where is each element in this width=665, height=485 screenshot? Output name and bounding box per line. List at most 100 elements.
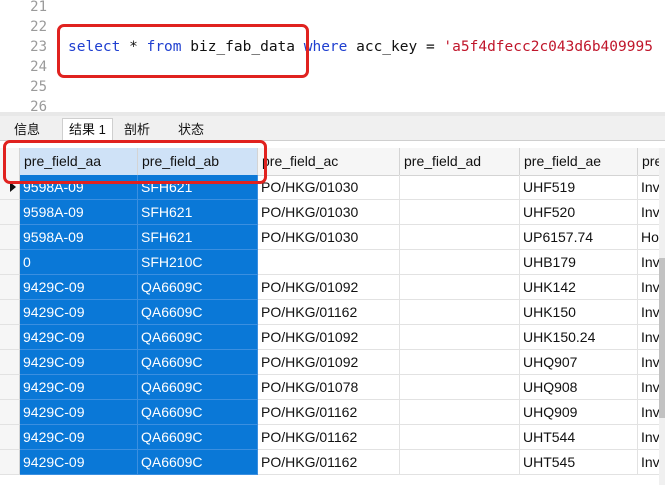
table-row[interactable]: 9598A-09 SFH621 PO/HKG/01030 UP6157.74 Ho <box>0 225 665 250</box>
table-cell[interactable]: 9598A-09 <box>20 200 138 225</box>
row-header[interactable] <box>0 250 20 275</box>
table-cell[interactable]: PO/HKG/01078 <box>258 375 400 400</box>
column-header-pre-field-ac[interactable]: pre_field_ac <box>258 148 400 175</box>
table-cell[interactable]: PO/HKG/01030 <box>258 225 400 250</box>
line-number: 25 <box>30 79 47 95</box>
vertical-scrollbar[interactable] <box>659 148 665 485</box>
table-cell[interactable]: 9429C-09 <box>20 300 138 325</box>
table-cell[interactable]: PO/HKG/01162 <box>258 300 400 325</box>
line-number: 23 <box>30 39 47 55</box>
table-row[interactable]: 9429C-09 QA6609C PO/HKG/01162 UHQ909 Inve <box>0 400 665 425</box>
table-cell[interactable] <box>400 325 520 350</box>
column-highlight-box <box>3 140 267 184</box>
scrollbar-thumb[interactable] <box>659 258 665 418</box>
table-cell[interactable]: 9429C-09 <box>20 450 138 475</box>
table-cell[interactable]: 9429C-09 <box>20 350 138 375</box>
tab-status[interactable]: 状态 <box>172 119 210 140</box>
table-cell[interactable]: PO/HKG/01162 <box>258 400 400 425</box>
table-row[interactable]: 0 SFH210C UHB179 Inve <box>0 250 665 275</box>
table-cell[interactable]: UHF519 <box>520 175 638 200</box>
table-cell[interactable]: PO/HKG/01030 <box>258 200 400 225</box>
table-cell[interactable]: 0 <box>20 250 138 275</box>
table-cell[interactable]: 9429C-09 <box>20 325 138 350</box>
table-cell[interactable]: UHQ907 <box>520 350 638 375</box>
table-cell[interactable]: UP6157.74 <box>520 225 638 250</box>
table-cell[interactable]: QA6609C <box>138 325 258 350</box>
table-cell[interactable]: SFH621 <box>138 200 258 225</box>
table-cell[interactable]: SFH621 <box>138 225 258 250</box>
editor-line: 21 <box>0 0 665 17</box>
table-cell[interactable]: UHK150.24 <box>520 325 638 350</box>
table-cell[interactable]: UHK142 <box>520 275 638 300</box>
table-row[interactable]: 9429C-09 QA6609C PO/HKG/01092 UHK150.24 Inve <box>0 325 665 350</box>
table-cell[interactable]: UHT545 <box>520 450 638 475</box>
tab-profile[interactable]: 剖析 <box>118 119 156 140</box>
row-header[interactable] <box>0 450 20 475</box>
table-cell[interactable]: PO/HKG/01092 <box>258 325 400 350</box>
tab-result-1[interactable]: 结果 1 <box>62 118 113 141</box>
table-cell[interactable] <box>400 450 520 475</box>
table-cell[interactable]: PO/HKG/01162 <box>258 425 400 450</box>
table-cell[interactable]: UHT544 <box>520 425 638 450</box>
result-grid[interactable]: pre_field_aa pre_field_ab pre_field_ac pre_… <box>0 148 665 485</box>
line-number: 26 <box>30 99 47 112</box>
table-cell[interactable]: SFH210C <box>138 250 258 275</box>
table-cell[interactable]: 9429C-09 <box>20 400 138 425</box>
row-header[interactable] <box>0 300 20 325</box>
table-cell[interactable] <box>400 350 520 375</box>
table-cell[interactable]: QA6609C <box>138 300 258 325</box>
sql-string: 'a5f4dfecc2c043d6b409995 <box>443 39 653 55</box>
table-cell[interactable]: QA6609C <box>138 275 258 300</box>
row-header[interactable] <box>0 275 20 300</box>
editor-line: 26 <box>0 97 665 112</box>
row-header[interactable] <box>0 400 20 425</box>
table-cell[interactable] <box>400 250 520 275</box>
sql-token: acc_key = <box>347 39 444 55</box>
table-cell[interactable]: UHB179 <box>520 250 638 275</box>
table-row[interactable]: 9429C-09 QA6609C PO/HKG/01162 UHT544 Inve <box>0 425 665 450</box>
row-header[interactable] <box>0 200 20 225</box>
table-cell[interactable]: 9429C-09 <box>20 375 138 400</box>
table-row[interactable]: 9429C-09 QA6609C PO/HKG/01078 UHQ908 Inve <box>0 375 665 400</box>
sql-editor[interactable]: 21 22 23 select * from biz_fab_data where a… <box>0 0 665 112</box>
table-cell[interactable]: 9598A-09 <box>20 225 138 250</box>
table-cell[interactable]: PO/HKG/01030 <box>258 175 400 200</box>
table-row[interactable]: 9429C-09 QA6609C PO/HKG/01162 UHK150 Inve <box>0 300 665 325</box>
table-cell[interactable] <box>400 400 520 425</box>
table-cell[interactable] <box>400 425 520 450</box>
table-cell[interactable]: UHQ908 <box>520 375 638 400</box>
table-cell[interactable]: PO/HKG/01092 <box>258 275 400 300</box>
table-cell[interactable]: UHF520 <box>520 200 638 225</box>
table-cell[interactable]: QA6609C <box>138 375 258 400</box>
table-row[interactable]: 9598A-09 SFH621 PO/HKG/01030 UHF520 Inve <box>0 200 665 225</box>
table-cell[interactable]: QA6609C <box>138 425 258 450</box>
table-cell[interactable] <box>258 250 400 275</box>
row-header[interactable] <box>0 350 20 375</box>
table-cell[interactable] <box>400 375 520 400</box>
table-row[interactable]: 9429C-09 QA6609C PO/HKG/01092 UHK142 Inve <box>0 275 665 300</box>
column-header-pre-field-ad[interactable]: pre_field_ad <box>400 148 520 175</box>
tab-info[interactable]: 信息 <box>8 119 46 140</box>
table-cell[interactable]: PO/HKG/01162 <box>258 450 400 475</box>
table-cell[interactable]: QA6609C <box>138 350 258 375</box>
table-cell[interactable]: UHQ909 <box>520 400 638 425</box>
table-cell[interactable]: QA6609C <box>138 450 258 475</box>
row-header[interactable] <box>0 325 20 350</box>
table-cell[interactable]: 9429C-09 <box>20 425 138 450</box>
table-row[interactable]: 9429C-09 QA6609C PO/HKG/01092 UHQ907 Inve <box>0 350 665 375</box>
table-cell[interactable] <box>400 200 520 225</box>
editor-line: 25 <box>0 77 665 97</box>
table-cell[interactable] <box>400 175 520 200</box>
table-cell[interactable]: PO/HKG/01092 <box>258 350 400 375</box>
table-row[interactable]: 9429C-09 QA6609C PO/HKG/01162 UHT545 Inve <box>0 450 665 475</box>
table-cell[interactable]: UHK150 <box>520 300 638 325</box>
table-cell[interactable]: QA6609C <box>138 400 258 425</box>
column-header-pre-field-ae[interactable]: pre_field_ae <box>520 148 638 175</box>
table-cell[interactable] <box>400 225 520 250</box>
table-cell[interactable] <box>400 300 520 325</box>
row-header[interactable] <box>0 225 20 250</box>
row-header[interactable] <box>0 375 20 400</box>
table-cell[interactable] <box>400 275 520 300</box>
row-header[interactable] <box>0 425 20 450</box>
table-cell[interactable]: 9429C-09 <box>20 275 138 300</box>
